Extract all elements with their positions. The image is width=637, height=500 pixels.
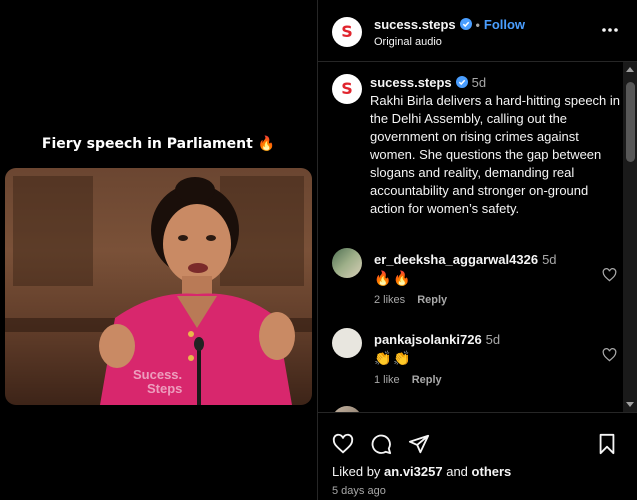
reply-button[interactable]: Reply (417, 294, 447, 306)
comment-header: pankajsolanki726 5d (374, 332, 500, 347)
commenter-avatar[interactable] (332, 328, 362, 358)
video-frame[interactable]: Sucess. Steps (5, 168, 312, 405)
reel-media-pane[interactable]: Fiery speech in Parliament 🔥 Sucess. Ste… (0, 0, 317, 500)
comment-meta: 2 likes Reply (374, 294, 447, 306)
comment-text: 🔥🔥 (374, 270, 413, 286)
liked-by-prefix: Liked by (332, 464, 381, 479)
watermark-line-1: Sucess. (133, 367, 183, 382)
liked-by-user[interactable]: an.vi3257 (384, 464, 443, 479)
caption-body: sucess.steps 5d Rakhi Birla delivers a ha… (370, 74, 622, 218)
comments-scrollbar[interactable] (623, 62, 637, 412)
follow-button[interactable]: Follow (484, 17, 525, 32)
fire-emoji: 🔥 (257, 136, 276, 152)
comment-like-heart-icon[interactable] (602, 348, 617, 362)
liked-by-others[interactable]: others (472, 464, 512, 479)
more-options-icon[interactable] (600, 22, 620, 38)
post-actions: Liked by an.vi3257 and others 5 days ago (318, 412, 637, 500)
heart-icon[interactable] (332, 433, 354, 455)
commenter-avatar[interactable] (332, 248, 362, 278)
post-header: S sucess.steps • Follow Original audio (318, 0, 637, 62)
comment-text: 👏👏 (374, 350, 413, 366)
comment-username[interactable]: pankajsolanki726 (374, 332, 482, 347)
caption-avatar[interactable]: S (332, 74, 362, 104)
header-username[interactable]: sucess.steps (374, 17, 456, 32)
share-icon[interactable] (408, 433, 430, 455)
comment-meta: 1 like Reply (374, 374, 442, 386)
watermark-line-2: Steps (147, 381, 183, 396)
liked-by-summary: Liked by an.vi3257 and others (332, 464, 511, 479)
bookmark-icon[interactable] (596, 433, 618, 455)
header-username-row: sucess.steps • Follow (374, 17, 525, 32)
comment-time: 5d (542, 252, 557, 267)
liked-by-and: and (446, 464, 468, 479)
video-watermark: Sucess. Steps (133, 368, 182, 396)
comment-like-heart-icon[interactable] (602, 268, 617, 282)
post-timestamp: 5 days ago (332, 485, 386, 497)
verified-badge-icon (455, 76, 468, 88)
comment-icon[interactable] (370, 433, 392, 455)
brand-logo: S (341, 79, 353, 98)
brand-logo: S (341, 22, 353, 41)
comment-username[interactable]: er_deeksha_aggarwal4326 (374, 252, 538, 267)
caption-time: 5d (471, 75, 487, 90)
profile-avatar[interactable]: S (332, 17, 362, 47)
separator-dot: • (475, 18, 480, 32)
comment-like-count[interactable]: 1 like (374, 374, 400, 386)
comment-header: er_deeksha_aggarwal4326 5d (374, 252, 557, 267)
verified-badge-icon (459, 18, 472, 30)
comment-like-count[interactable]: 2 likes (374, 294, 405, 306)
caption-text: Rakhi Birla delivers a hard-hitting spee… (370, 93, 621, 216)
comment-time: 5d (485, 332, 501, 347)
scroll-up-arrow-icon[interactable] (626, 67, 634, 72)
scrollbar-thumb[interactable] (626, 82, 635, 162)
original-audio-link[interactable]: Original audio (374, 36, 442, 48)
reply-button[interactable]: Reply (412, 374, 442, 386)
overlay-caption-text: Fiery speech in Parliament (41, 136, 253, 152)
post-detail-panel: S sucess.steps • Follow Original audio S s… (317, 0, 637, 500)
video-overlay-caption: Fiery speech in Parliament 🔥 (0, 136, 317, 152)
comments-list[interactable]: S sucess.steps 5d Rakhi Birla delivers a … (318, 62, 623, 412)
scroll-down-arrow-icon[interactable] (626, 402, 634, 407)
caption-username[interactable]: sucess.steps (370, 75, 452, 90)
